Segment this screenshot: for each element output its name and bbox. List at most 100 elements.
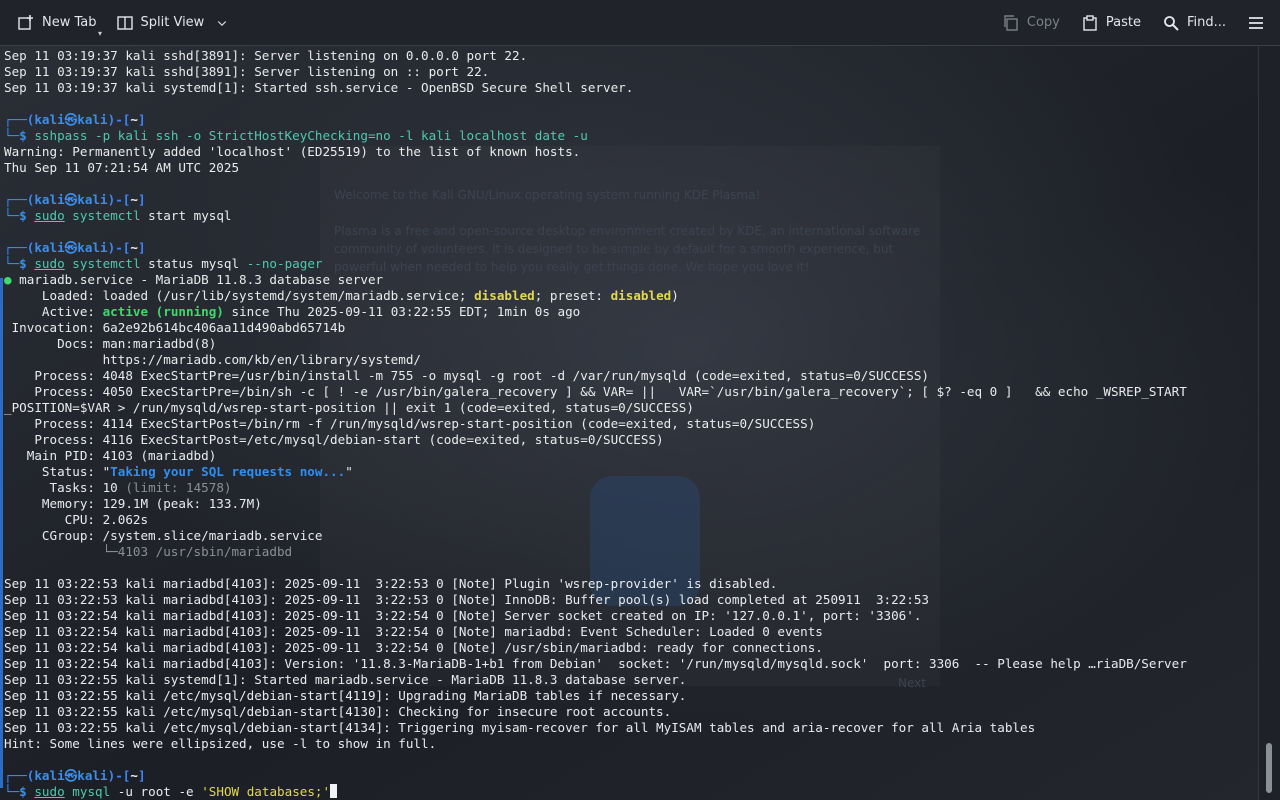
terminal-line: Process: 4048 ExecStartPre=/usr/bin/inst…	[4, 368, 1187, 384]
terminal-line: Docs: man:mariadbd(8)	[4, 336, 1187, 352]
terminal-text: Main PID: 4103 (mariadbd)	[4, 448, 217, 463]
find-button[interactable]: Find...	[1155, 8, 1234, 38]
terminal-text: (limit: 14578)	[125, 480, 232, 495]
terminal-line: ┌──(kali㉿kali)-[~]	[4, 240, 1187, 256]
terminal-text: --no-pager	[246, 256, 323, 271]
terminal-text: ┌──(	[4, 240, 35, 255]
terminal-text: kali㉿kali	[34, 240, 108, 255]
terminal-text: Docs: man:mariadbd(8)	[4, 336, 217, 351]
paste-icon	[1083, 14, 1097, 31]
terminal-text: ●	[4, 272, 12, 287]
text-cursor	[330, 784, 338, 798]
terminal-line: Main PID: 4103 (mariadbd)	[4, 448, 1187, 464]
terminal-text: Sep 11 03:22:53 kali mariadbd[4103]: 202…	[4, 576, 778, 591]
terminal-line: Loaded: loaded (/usr/lib/systemd/system/…	[4, 288, 1187, 304]
terminal-text: disabled	[474, 288, 535, 303]
terminal-line: Process: 4114 ExecStartPost=/bin/rm -f /…	[4, 416, 1187, 432]
terminal-text: Sep 11 03:19:37 kali sshd[3891]: Server …	[4, 48, 528, 63]
terminal-text: Process: 4048 ExecStartPre=/usr/bin/inst…	[4, 368, 930, 383]
terminal-text: sshpass	[34, 128, 88, 143]
terminal-text: 4103 /usr/sbin/mariadbd	[117, 544, 293, 559]
terminal-line: CPU: 2.062s	[4, 512, 1187, 528]
terminal-text: sudo	[34, 256, 65, 271]
terminal-text: Warning: Permanently added 'localhost' (…	[4, 144, 581, 159]
terminal-text: ]	[137, 768, 146, 783]
terminal-line: Hint: Some lines were ellipsized, use -l…	[4, 736, 1187, 752]
terminal-line: Sep 11 03:22:55 kali systemd[1]: Started…	[4, 672, 1187, 688]
terminal-text: active (running)	[102, 304, 224, 319]
terminal-line: └─$ sshpass -p kali ssh -o StrictHostKey…	[4, 128, 1187, 144]
terminal-text: kali㉿kali	[34, 112, 108, 127]
terminal-text: └─	[4, 256, 20, 271]
terminal-text: └─	[4, 784, 20, 799]
terminal-text: ]	[137, 192, 146, 207]
terminal-text: mariadb.service - MariaDB 11.8.3 databas…	[11, 272, 384, 287]
chevron-down-icon[interactable]	[216, 17, 228, 29]
terminal-text: systemctl	[72, 256, 141, 271]
terminal-line: └─$ sudo mysql -u root -e 'SHOW database…	[4, 784, 1187, 800]
terminal-text: Invocation: 6a2e92b614bc406aa11d490abd65…	[4, 320, 346, 335]
terminal-text: https://mariadb.com/kb/en/library/system…	[4, 352, 422, 367]
terminal-line: Tasks: 10 (limit: 14578)	[4, 480, 1187, 496]
terminal-line: └─$ sudo systemctl status mysql --no-pag…	[4, 256, 1187, 272]
terminal-toolbar: New Tab ▾ Split View Copy Paste Find...	[0, 0, 1280, 46]
terminal-text: Sep 11 03:19:37 kali sshd[3891]: Server …	[4, 64, 490, 79]
split-view-button[interactable]: Split View	[109, 8, 237, 38]
terminal-line: CGroup: /system.slice/mariadb.service	[4, 528, 1187, 544]
split-view-label: Split View	[140, 15, 205, 30]
terminal-text: CPU: 2.062s	[4, 512, 149, 527]
terminal-text: Process: 4114 ExecStartPost=/bin/rm -f /…	[4, 416, 816, 431]
terminal-text: ┌──(	[4, 768, 35, 783]
terminal-line: Sep 11 03:22:54 kali mariadbd[4103]: 202…	[4, 640, 1187, 656]
terminal-line: Sep 11 03:22:54 kali mariadbd[4103]: 202…	[4, 608, 1187, 624]
terminal-text: ~	[130, 240, 138, 255]
terminal-text: Sep 11 03:19:37 kali systemd[1]: Started…	[4, 80, 634, 95]
terminal-line: Warning: Permanently added 'localhost' (…	[4, 144, 1187, 160]
toolbar-right-group: Copy Paste Find...	[995, 8, 1280, 38]
terminal-scrollbar[interactable]	[1258, 46, 1280, 800]
terminal-text: Memory: 129.1M (peak: 133.7M)	[4, 496, 262, 511]
terminal-text: ~	[130, 192, 138, 207]
terminal-text: ]	[137, 240, 146, 255]
scrollbar-thumb[interactable]	[1266, 743, 1272, 793]
terminal-text: start mysql	[140, 208, 232, 223]
terminal-text: Sep 11 03:22:54 kali mariadbd[4103]: 202…	[4, 608, 922, 623]
terminal-text: disabled	[610, 288, 672, 303]
terminal-text: Sep 11 03:22:54 kali mariadbd[4103]: Ver…	[4, 656, 1187, 671]
terminal-text: systemctl	[72, 208, 141, 223]
terminal-text: $	[19, 208, 35, 223]
terminal-output-area[interactable]: Welcome to the Kali GNU/Linux operating …	[0, 46, 1258, 800]
terminal-text: ]	[137, 112, 146, 127]
terminal-text: Sep 11 03:22:55 kali systemd[1]: Started…	[4, 672, 687, 687]
hamburger-menu-button[interactable]	[1240, 8, 1272, 38]
new-tab-menu-arrow-icon[interactable]: ▾	[98, 29, 102, 38]
terminal-text: sudo	[34, 784, 65, 799]
terminal-line: └─$ sudo systemctl start mysql	[4, 208, 1187, 224]
terminal-text: ~	[130, 768, 138, 783]
copy-button[interactable]: Copy	[995, 8, 1068, 38]
terminal-text: Process: 4116 ExecStartPost=/etc/mysql/d…	[4, 432, 664, 447]
terminal-line: ┌──(kali㉿kali)-[~]	[4, 192, 1187, 208]
terminal-text: 'SHOW databases;'	[201, 784, 331, 799]
terminal-line: Status: "Taking your SQL requests now...…	[4, 464, 1187, 480]
terminal-text: )-[	[107, 192, 131, 207]
terminal-text: Loaded: loaded (/usr/lib/systemd/system/…	[4, 288, 475, 303]
terminal-text: └─	[4, 544, 118, 559]
terminal-line: Sep 11 03:22:54 kali mariadbd[4103]: 202…	[4, 624, 1187, 640]
terminal-text: status mysql	[140, 256, 247, 271]
new-tab-button[interactable]: New Tab ▾	[10, 8, 105, 38]
terminal-line: Sep 11 03:19:37 kali systemd[1]: Started…	[4, 80, 1187, 96]
status-output-marker	[0, 278, 3, 788]
paste-button[interactable]: Paste	[1074, 8, 1149, 38]
terminal-text: Sep 11 03:22:55 kali /etc/mysql/debian-s…	[4, 720, 1036, 735]
terminal-text: )-[	[107, 768, 131, 783]
terminal-text: $	[19, 256, 35, 271]
terminal-line: Sep 11 03:19:37 kali sshd[3891]: Server …	[4, 48, 1187, 64]
terminal-text: $	[19, 128, 35, 143]
terminal-line: Sep 11 03:22:55 kali /etc/mysql/debian-s…	[4, 720, 1187, 736]
copy-label: Copy	[1026, 15, 1060, 30]
